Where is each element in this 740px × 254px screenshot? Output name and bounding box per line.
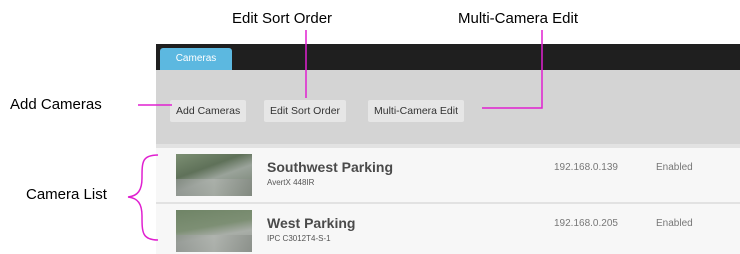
- camera-list: Southwest Parking AvertX 448IR 192.168.0…: [156, 144, 740, 254]
- camera-model: IPC C3012T4-S-1: [267, 234, 331, 243]
- camera-status: Enabled: [656, 162, 693, 173]
- camera-model: AvertX 448IR: [267, 178, 315, 187]
- camera-thumbnail: [176, 154, 252, 196]
- camera-app-panel: Cameras Add Cameras Edit Sort Order Mult…: [156, 44, 740, 254]
- callout-add-cameras: Add Cameras: [10, 96, 102, 113]
- bracket-camera-list: [127, 154, 159, 241]
- title-bar: Cameras: [156, 44, 740, 70]
- camera-row[interactable]: West Parking IPC C3012T4-S-1 192.168.0.2…: [156, 204, 740, 254]
- add-cameras-button[interactable]: Add Cameras: [170, 100, 247, 122]
- camera-name: West Parking: [267, 215, 356, 231]
- camera-ip: 192.168.0.139: [554, 162, 618, 173]
- tab-cameras[interactable]: Cameras: [160, 48, 232, 70]
- camera-row[interactable]: Southwest Parking AvertX 448IR 192.168.0…: [156, 148, 740, 202]
- camera-status: Enabled: [656, 218, 693, 229]
- toolbar: Add Cameras Edit Sort Order Multi-Camera…: [156, 70, 740, 144]
- callout-multi-camera-edit: Multi-Camera Edit: [458, 10, 579, 27]
- edit-sort-order-button[interactable]: Edit Sort Order: [264, 100, 347, 122]
- camera-thumbnail: [176, 210, 252, 252]
- camera-ip: 192.168.0.205: [554, 218, 618, 229]
- camera-name: Southwest Parking: [267, 159, 394, 175]
- callout-camera-list: Camera List: [26, 186, 107, 203]
- multi-camera-edit-button[interactable]: Multi-Camera Edit: [368, 100, 465, 122]
- callout-edit-sort-order: Edit Sort Order: [232, 10, 333, 27]
